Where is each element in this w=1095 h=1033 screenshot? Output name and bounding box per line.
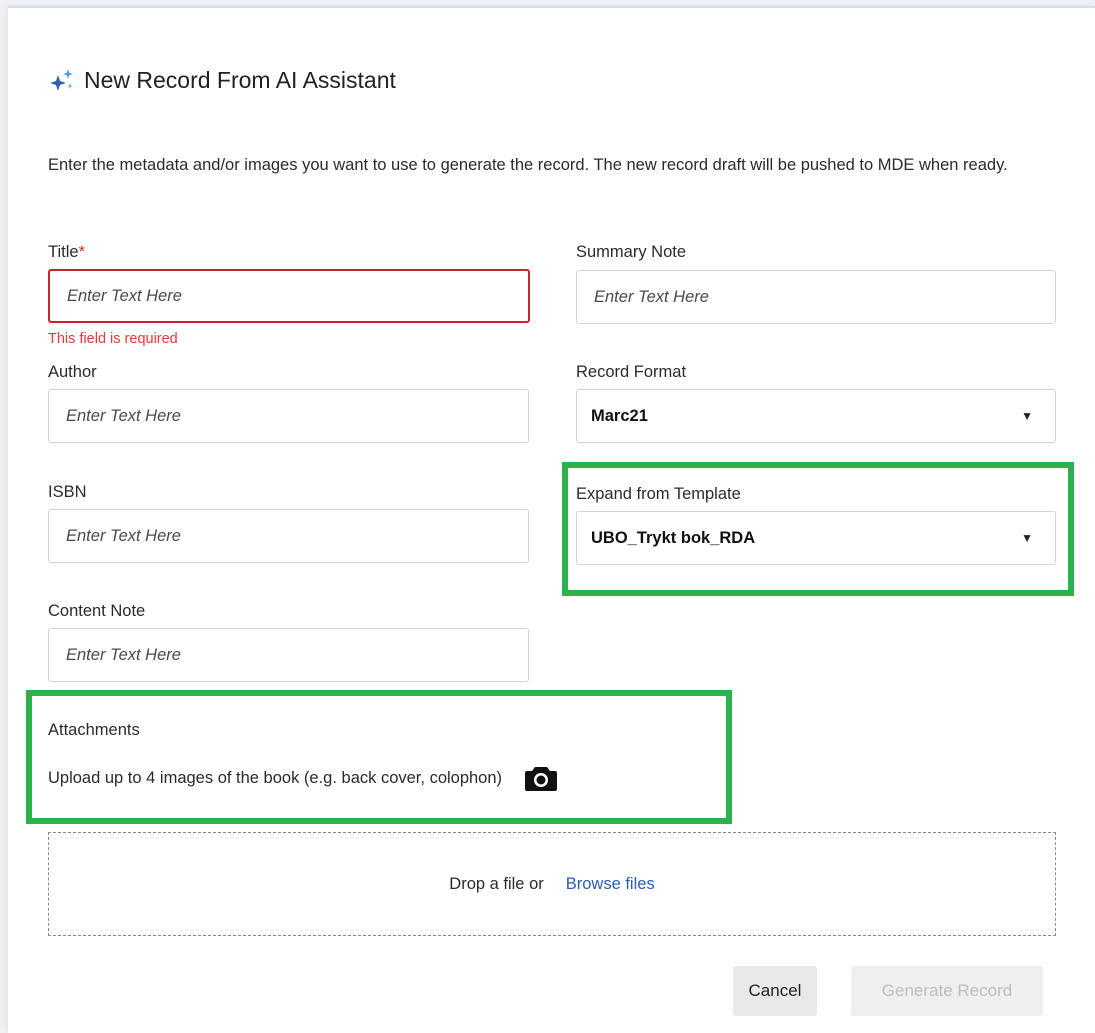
template-label: Expand from Template [576,485,741,503]
caret-down-icon: ▼ [1021,409,1033,423]
dialog-intro: Enter the metadata and/or images you wan… [48,156,1008,174]
attachments-description-row: Upload up to 4 images of the book (e.g. … [48,764,558,792]
template-value: UBO_Trykt bok_RDA [591,528,756,547]
isbn-label: ISBN [48,483,87,501]
attachments-label: Attachments [48,721,140,739]
content-note-label: Content Note [48,602,146,620]
dialog-header: New Record From AI Assistant [48,66,396,94]
record-format-label: Record Format [576,363,687,381]
attachments-description: Upload up to 4 images of the book (e.g. … [48,768,503,787]
dialog-title: New Record From AI Assistant [84,66,396,93]
summary-note-input[interactable] [576,270,1056,324]
file-dropzone[interactable]: Drop a file or Browse files [48,832,1056,936]
template-select[interactable]: UBO_Trykt bok_RDA ▼ [576,511,1056,565]
title-input[interactable] [48,269,530,323]
caret-down-icon: ▼ [1021,531,1033,545]
attachments-highlight-box [26,690,732,824]
new-record-dialog: New Record From AI Assistant Enter the m… [8,6,1095,1033]
cancel-button[interactable]: Cancel [733,966,817,1016]
title-label-text: Title [48,243,79,261]
title-label: Title* [48,243,85,262]
sparkle-icon [50,69,73,91]
isbn-input[interactable] [48,509,529,563]
camera-icon[interactable] [524,764,558,792]
dropzone-text: Drop a file or [449,874,544,893]
record-format-select[interactable]: Marc21 ▼ [576,389,1056,443]
required-mark: * [78,243,85,261]
content-note-input[interactable] [48,628,529,682]
record-format-value: Marc21 [591,406,648,425]
author-label: Author [48,363,97,381]
browse-files-link[interactable]: Browse files [566,875,655,894]
author-input[interactable] [48,389,529,443]
generate-record-button[interactable]: Generate Record [851,966,1043,1016]
summary-note-label: Summary Note [576,243,687,261]
title-error-message: This field is required [48,331,178,347]
